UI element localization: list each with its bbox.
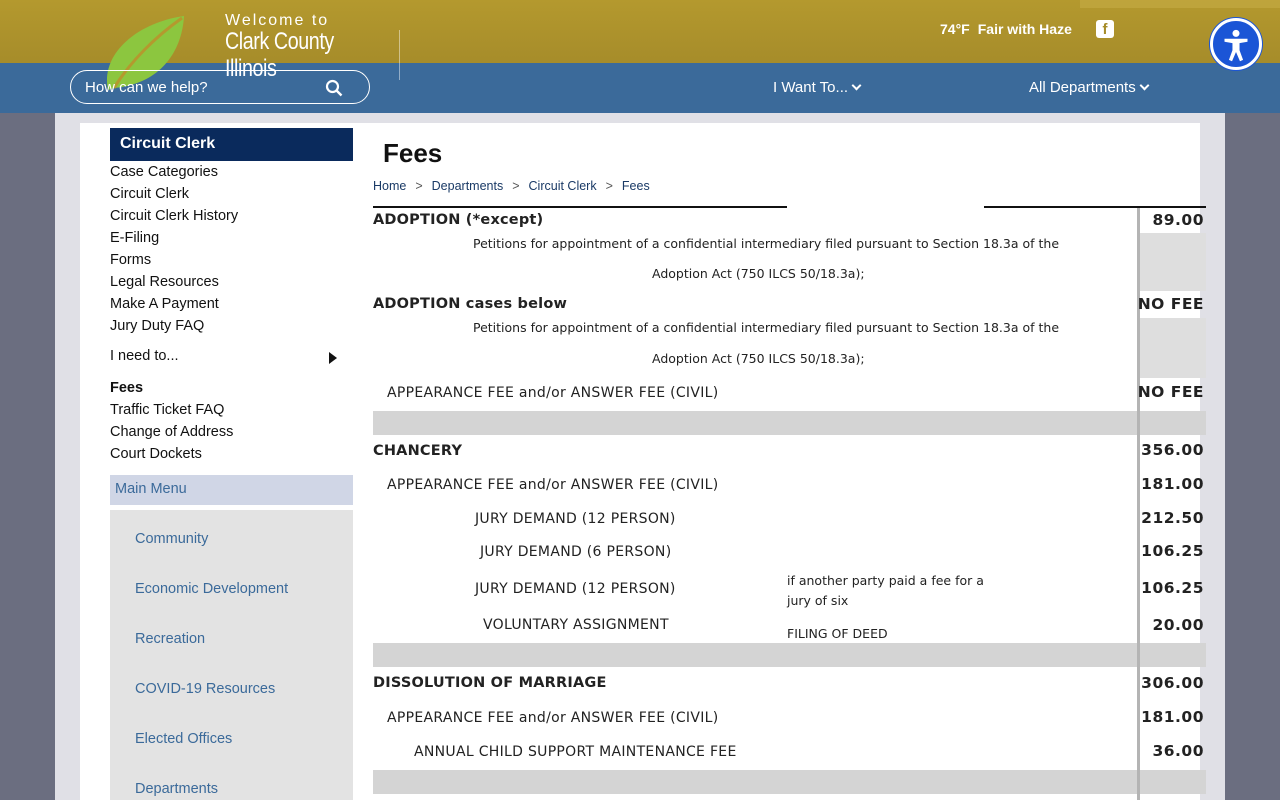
- temperature: 74°F: [940, 21, 970, 37]
- search-box[interactable]: [70, 70, 370, 104]
- breadcrumb-current: Fees: [621, 179, 650, 193]
- main-menu-header[interactable]: Main Menu: [110, 475, 353, 505]
- fee-amount: NO FEE: [1137, 383, 1204, 401]
- fee-item-jury-12-other: JURY DEMAND (12 PERSON): [475, 581, 676, 597]
- fee-category-chancery: CHANCERY: [373, 443, 463, 459]
- chevron-down-icon: [851, 80, 862, 91]
- fee-amount: 106.25: [1141, 542, 1204, 560]
- menu-item-community[interactable]: Community: [135, 531, 208, 547]
- fee-note: if another party paid a fee for a: [787, 573, 984, 588]
- top-banner: [0, 0, 1280, 63]
- fee-amount: 89.00: [1152, 211, 1204, 229]
- banner-highlight: [1080, 0, 1280, 8]
- section-separator: [373, 770, 1206, 794]
- nav-i-want-to-label: I Want To...: [773, 79, 849, 96]
- main-menu: Community Economic Development Recreatio…: [110, 510, 353, 800]
- fee-note: Petitions for appointment of a confident…: [473, 320, 1060, 335]
- fee-amount: 356.00: [1141, 441, 1204, 459]
- sidebar-title[interactable]: Circuit Clerk: [110, 128, 353, 161]
- weather-widget: 74°F Fair with Haze: [940, 21, 1072, 37]
- section-separator: [373, 411, 1206, 435]
- fee-amount: 306.00: [1141, 674, 1204, 692]
- fee-note: FILING OF DEED: [787, 626, 888, 641]
- fee-note: Adoption Act (750 ILCS 50/18.3a);: [652, 266, 865, 281]
- sidebar-item-jury-duty-faq[interactable]: Jury Duty FAQ: [110, 315, 353, 337]
- section-separator: [373, 643, 1206, 667]
- sidebar-i-need-to-label: I need to...: [110, 348, 179, 364]
- search-input[interactable]: [85, 78, 315, 96]
- breadcrumb: Home > Departments > Circuit Clerk > Fees: [373, 179, 650, 193]
- fee-amount: 181.00: [1141, 475, 1204, 493]
- fee-amount: 36.00: [1152, 742, 1204, 760]
- weather-conditions: Fair with Haze: [977, 21, 1072, 37]
- sidebar-item-circuit-clerk[interactable]: Circuit Clerk: [110, 183, 353, 205]
- fee-note: Adoption Act (750 ILCS 50/18.3a);: [652, 351, 865, 366]
- table-top-rule-left: [373, 206, 787, 208]
- menu-item-recreation[interactable]: Recreation: [135, 631, 205, 647]
- nav-i-want-to[interactable]: I Want To...: [773, 79, 862, 96]
- sidebar-i-need-to[interactable]: I need to...: [110, 348, 353, 364]
- site-title-line1: Clark County: [225, 28, 334, 55]
- fee-item-jury-12: JURY DEMAND (12 PERSON): [475, 511, 676, 527]
- sidebar-item-forms[interactable]: Forms: [110, 249, 353, 271]
- breadcrumb-circuit-clerk[interactable]: Circuit Clerk: [529, 179, 597, 193]
- fee-item-jury-6: JURY DEMAND (6 PERSON): [480, 544, 672, 560]
- page-title: Fees: [383, 138, 443, 168]
- sidebar-item-make-a-payment[interactable]: Make A Payment: [110, 293, 353, 315]
- fee-note: jury of six: [787, 593, 849, 608]
- table-top-rule-right: [984, 206, 1206, 208]
- breadcrumb-departments[interactable]: Departments: [432, 179, 504, 193]
- sidebar-item-change-of-address[interactable]: Change of Address: [110, 421, 353, 443]
- breadcrumb-home[interactable]: Home: [373, 179, 406, 193]
- caret-right-icon[interactable]: [329, 352, 337, 364]
- sidebar-list-2: Fees Traffic Ticket FAQ Change of Addres…: [110, 377, 353, 465]
- sidebar-item-case-categories[interactable]: Case Categories: [110, 161, 353, 183]
- fee-category-adoption-except: ADOPTION (*except): [373, 212, 544, 228]
- sidebar-item-fees[interactable]: Fees: [110, 377, 353, 399]
- sidebar-item-circuit-clerk-history[interactable]: Circuit Clerk History: [110, 205, 353, 227]
- fee-amount: 20.00: [1152, 616, 1204, 634]
- amount-cell-bg: [1140, 318, 1206, 378]
- sidebar-item-e-filing[interactable]: E-Filing: [110, 227, 353, 249]
- fee-amount: 106.25: [1141, 579, 1204, 597]
- search-icon[interactable]: [325, 79, 343, 97]
- nav-all-departments[interactable]: All Departments: [1029, 79, 1150, 96]
- menu-item-elected-offices[interactable]: Elected Offices: [135, 731, 232, 747]
- sidebar-item-legal-resources[interactable]: Legal Resources: [110, 271, 353, 293]
- amount-cell-bg: [1140, 233, 1206, 291]
- fee-item-voluntary-assignment: VOLUNTARY ASSIGNMENT: [483, 617, 669, 633]
- fee-amount: 181.00: [1141, 708, 1204, 726]
- fee-item-appearance: APPEARANCE FEE and/or ANSWER FEE (CIVIL): [387, 385, 719, 401]
- facebook-icon[interactable]: f: [1096, 20, 1114, 38]
- chevron-down-icon: [1139, 80, 1150, 91]
- menu-item-covid-19-resources[interactable]: COVID-19 Resources: [135, 681, 275, 697]
- fee-item-child-support: ANNUAL CHILD SUPPORT MAINTENANCE FEE: [414, 744, 737, 760]
- menu-item-economic-development[interactable]: Economic Development: [135, 581, 288, 597]
- fee-amount: NO FEE: [1137, 295, 1204, 313]
- menu-item-departments[interactable]: Departments: [135, 781, 218, 797]
- fee-category-adoption-below: ADOPTION cases below: [373, 296, 568, 312]
- fee-item-appearance: APPEARANCE FEE and/or ANSWER FEE (CIVIL): [387, 710, 719, 726]
- logo-divider: [399, 30, 400, 80]
- sidebar-item-court-dockets[interactable]: Court Dockets: [110, 443, 353, 465]
- sidebar-item-traffic-ticket-faq[interactable]: Traffic Ticket FAQ: [110, 399, 353, 421]
- sidebar-list: Case Categories Circuit Clerk Circuit Cl…: [110, 161, 353, 337]
- nav-all-departments-label: All Departments: [1029, 79, 1136, 96]
- fee-category-dissolution: DISSOLUTION OF MARRIAGE: [373, 675, 607, 691]
- fee-amount: 212.50: [1141, 509, 1204, 527]
- fee-note: Petitions for appointment of a confident…: [473, 236, 1060, 251]
- fee-item-appearance: APPEARANCE FEE and/or ANSWER FEE (CIVIL): [387, 477, 719, 493]
- accessibility-icon[interactable]: [1210, 18, 1262, 70]
